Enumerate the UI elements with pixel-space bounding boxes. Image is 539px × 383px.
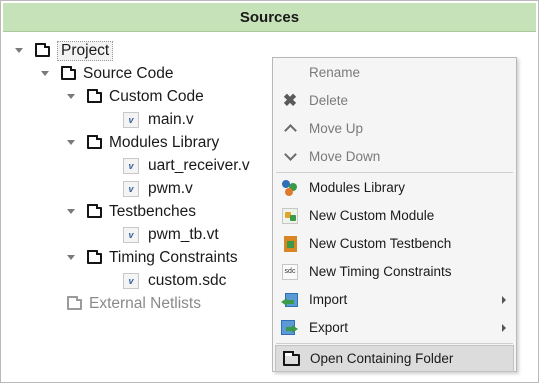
menu-item-rename[interactable]: Rename (275, 59, 514, 86)
tree-item-custom-sdc[interactable]: v custom.sdc (123, 269, 226, 292)
sources-panel: Sources Project Source Code Custom Code … (0, 0, 539, 383)
rename-icon (280, 63, 300, 83)
verilog-file-icon: v (123, 180, 139, 197)
tree-item-custom-code[interactable]: Custom Code (67, 85, 204, 108)
folder-icon (87, 135, 102, 149)
sdc-file-icon: sdc (280, 262, 300, 282)
folder-icon (61, 66, 76, 80)
tree-item-label: Source Code (83, 64, 174, 82)
chevron-down-icon[interactable] (67, 94, 75, 99)
tree-item-external-netlists[interactable]: External Netlists (67, 292, 201, 315)
menu-item-label: Move Down (309, 149, 381, 164)
menu-item-label: Export (309, 320, 349, 335)
chevron-up-icon (280, 119, 300, 139)
new-module-icon (280, 206, 300, 226)
tree-item-label: External Netlists (89, 294, 201, 312)
tree-item-label: Testbenches (109, 202, 197, 220)
submenu-arrow-icon (502, 295, 506, 304)
tree-item-label: custom.sdc (148, 271, 227, 289)
close-icon: ✖ (282, 91, 298, 110)
tree-item-testbenches[interactable]: Testbenches (67, 200, 196, 223)
chevron-down-icon (280, 147, 300, 167)
menu-item-label: Rename (309, 65, 361, 80)
tree-item-label: Timing Constraints (109, 248, 238, 266)
menu-item-label: Delete (309, 93, 349, 108)
tree-item-label: pwm.v (148, 179, 193, 197)
tree-item-modules-library[interactable]: Modules Library (67, 131, 219, 154)
verilog-file-icon: v (123, 226, 139, 243)
tree-item-project[interactable]: Project (15, 39, 114, 62)
menu-item-move-down[interactable]: Move Down (275, 143, 514, 170)
chevron-down-icon[interactable] (15, 48, 23, 53)
menu-item-new-timing-constraints[interactable]: sdc New Timing Constraints (275, 258, 514, 285)
menu-item-import[interactable]: Import (275, 286, 514, 313)
menu-item-export[interactable]: Export (275, 314, 514, 341)
menu-item-new-custom-testbench[interactable]: New Custom Testbench (275, 230, 514, 257)
folder-icon (87, 250, 102, 264)
tree-item-timing-constraints[interactable]: Timing Constraints (67, 246, 238, 269)
submenu-arrow-icon (502, 323, 506, 332)
menu-item-move-up[interactable]: Move Up (275, 115, 514, 142)
folder-icon (281, 349, 301, 369)
menu-item-label: Import (309, 292, 348, 307)
panel-title: Sources (3, 3, 536, 32)
menu-item-label: Modules Library (309, 180, 406, 195)
sdc-file-icon: v (123, 272, 139, 289)
tree-item-source-code[interactable]: Source Code (41, 62, 173, 85)
menu-item-new-custom-module[interactable]: New Custom Module (275, 202, 514, 229)
folder-icon (67, 296, 82, 310)
tree-item-label: Modules Library (109, 133, 220, 151)
tree-item-label: uart_receiver.v (148, 156, 250, 174)
tree-item-uart-receiver-v[interactable]: v uart_receiver.v (123, 154, 250, 177)
tree-item-label: main.v (148, 110, 194, 128)
menu-item-label: Open Containing Folder (310, 351, 454, 366)
menu-item-label: New Timing Constraints (309, 264, 452, 279)
tree-item-pwm-tb-vt[interactable]: v pwm_tb.vt (123, 223, 219, 246)
folder-icon (87, 89, 102, 103)
modules-library-icon (280, 178, 300, 198)
folder-icon (87, 204, 102, 218)
menu-item-modules-library[interactable]: Modules Library (275, 174, 514, 201)
tree-item-main-v[interactable]: v main.v (123, 108, 194, 131)
chevron-down-icon[interactable] (67, 140, 75, 145)
menu-item-label: New Custom Testbench (309, 236, 452, 251)
tree-item-label: pwm_tb.vt (148, 225, 219, 243)
menu-item-open-containing-folder[interactable]: Open Containing Folder (275, 345, 514, 372)
new-testbench-icon (280, 234, 300, 254)
tree-item-label: Custom Code (109, 87, 204, 105)
verilog-file-icon: v (123, 111, 139, 128)
tree-item-label: Project (57, 40, 114, 61)
menu-item-delete[interactable]: ✖ Delete (275, 87, 514, 114)
menu-item-label: New Custom Module (309, 208, 435, 223)
tree-item-pwm-v[interactable]: v pwm.v (123, 177, 193, 200)
chevron-down-icon[interactable] (67, 209, 75, 214)
verilog-file-icon: v (123, 157, 139, 174)
chevron-down-icon[interactable] (67, 255, 75, 260)
context-menu: Rename ✖ Delete Move Up Move Down Module… (272, 57, 517, 372)
export-icon (280, 318, 300, 338)
menu-item-label: Move Up (309, 121, 364, 136)
import-icon (280, 290, 300, 310)
chevron-down-icon[interactable] (41, 71, 49, 76)
menu-separator (276, 343, 513, 344)
menu-separator (276, 172, 513, 173)
folder-icon (35, 43, 50, 57)
